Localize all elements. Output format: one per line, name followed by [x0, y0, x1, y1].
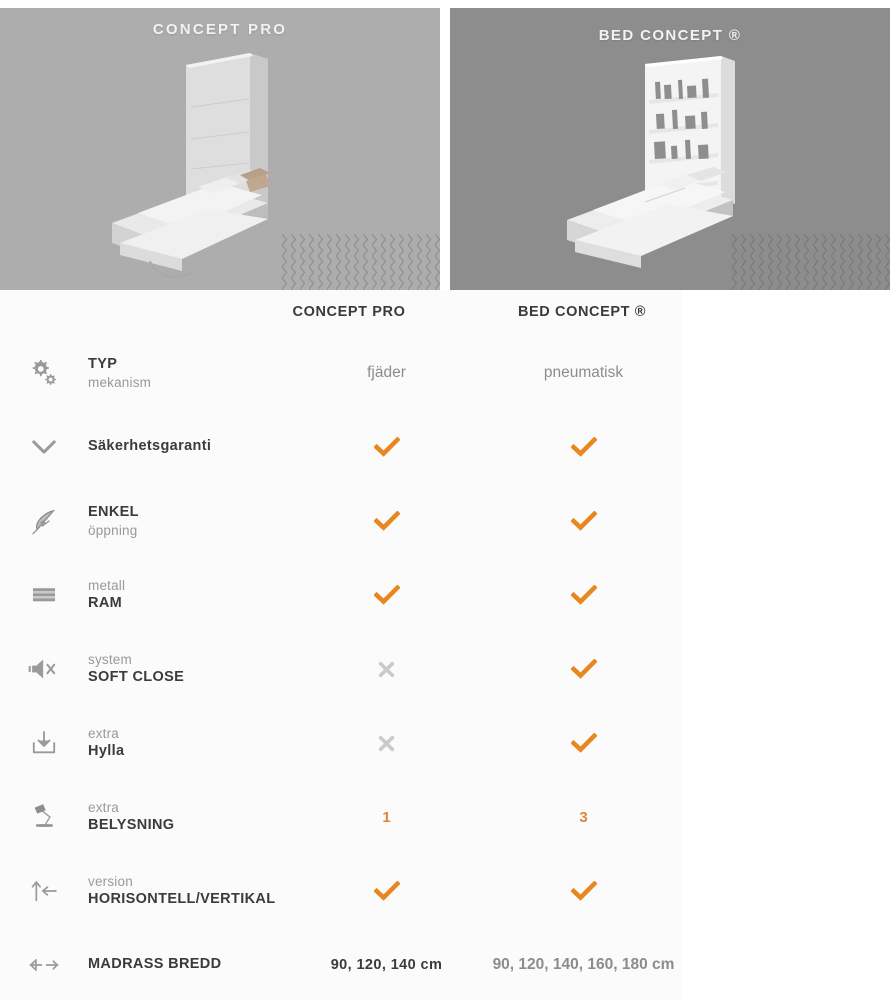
check-icon [374, 437, 400, 458]
hero-banner-row: CONCEPT PRO BED CONCEPT ® [0, 0, 890, 290]
left-right-arrows-icon [0, 948, 88, 982]
feature-label: extra BELYSNING [88, 799, 288, 836]
feature-label-secondary: extra [88, 725, 120, 741]
cell-bed_concept: 90, 120, 140, 160, 180 cm [485, 956, 682, 974]
frame-bars-icon [0, 578, 88, 612]
cell-concept_pro: 1 [288, 809, 485, 826]
feature-label-secondary: metall [88, 577, 126, 593]
check-icon [571, 659, 597, 680]
hero-title-right: BED CONCEPT ® [598, 27, 742, 44]
table-row: version HORISONTELL/VERTIKAL [0, 854, 682, 928]
cell-bed_concept [485, 881, 682, 902]
cell-concept_pro [288, 660, 485, 679]
value-number: 1 [382, 808, 391, 826]
hero-banner-concept-pro[interactable]: CONCEPT PRO [0, 8, 440, 290]
feature-label-primary: ENKEL [88, 503, 139, 520]
bed-illustration-bed-concept [535, 52, 805, 282]
gears-icon [0, 356, 88, 390]
feature-label-secondary: version [88, 873, 133, 889]
feature-label-primary: Hylla [88, 743, 125, 760]
feather-icon [0, 504, 88, 538]
feature-label-secondary: system [88, 651, 132, 667]
chevron-down-icon [0, 430, 88, 464]
table-row: metall RAM [0, 558, 682, 632]
value-text: fjäder [367, 364, 406, 381]
table-row: system SOFT CLOSE [0, 632, 682, 706]
cell-bed_concept: 3 [485, 809, 682, 826]
feature-label-primary: Säkerhetsgaranti [88, 438, 212, 455]
comparison-panel: CONCEPT PRO BED CONCEPT ® TYP mekanism fjä… [0, 290, 682, 1000]
table-row: extra BELYSNING 1 3 [0, 780, 682, 854]
feature-label: ENKEL öppning [88, 503, 288, 540]
table-row: extra Hylla [0, 706, 682, 780]
check-icon [571, 733, 597, 754]
up-left-arrows-icon [0, 874, 88, 908]
cell-bed_concept [485, 733, 682, 754]
cell-concept_pro [288, 585, 485, 606]
comparison-page: CONCEPT PRO BED CONCEPT ® CONCEPT PRO BE… [0, 0, 890, 1000]
table-row: MADRASS BREDD 90, 120, 140 cm 90, 120, 140… [0, 928, 682, 1000]
column-header-concept-pro: CONCEPT PRO [292, 304, 406, 320]
cell-bed_concept [485, 659, 682, 680]
check-icon [571, 511, 597, 532]
cell-concept_pro [288, 511, 485, 532]
check-icon [571, 585, 597, 606]
feature-label: system SOFT CLOSE [88, 651, 288, 688]
check-icon [374, 881, 400, 902]
column-header-row: CONCEPT PRO BED CONCEPT ® [0, 290, 682, 336]
check-icon [374, 585, 400, 606]
value-text: 90, 120, 140 cm [330, 957, 443, 973]
comparison-rows: TYP mekanism fjäder pneumatisk Säkerhetsgara… [0, 336, 682, 1000]
cell-bed_concept [485, 511, 682, 532]
feature-label: extra Hylla [88, 725, 288, 762]
table-row: Säkerhetsgaranti [0, 410, 682, 484]
cell-bed_concept [485, 437, 682, 458]
feature-label: MADRASS BREDD [88, 955, 288, 974]
hero-title-left: CONCEPT PRO [152, 21, 288, 38]
desk-lamp-icon [0, 800, 88, 834]
cell-concept_pro [288, 437, 485, 458]
cell-bed_concept: pneumatisk [485, 364, 682, 382]
feature-label: Säkerhetsgaranti [88, 437, 288, 456]
mute-speaker-icon [0, 652, 88, 686]
column-header-bed-concept: BED CONCEPT ® [517, 304, 647, 320]
feature-label-primary: TYP [88, 355, 118, 372]
cross-icon [377, 734, 396, 753]
table-row: ENKEL öppning [0, 484, 682, 558]
cell-concept_pro: fjäder [288, 364, 485, 382]
feature-label: TYP mekanism [88, 355, 288, 392]
feature-label-secondary: öppning [88, 522, 138, 538]
shelf-download-icon [0, 726, 88, 760]
cross-icon [377, 660, 396, 679]
hero-banner-bed-concept[interactable]: BED CONCEPT ® [450, 8, 890, 290]
value-text: pneumatisk [543, 364, 624, 381]
check-icon [571, 881, 597, 902]
value-number: 3 [579, 808, 588, 826]
feature-label-secondary: mekanism [88, 374, 152, 390]
feature-label-primary: HORISONTELL/VERTIKAL [88, 891, 276, 908]
table-row: TYP mekanism fjäder pneumatisk [0, 336, 682, 410]
feature-label-primary: BELYSNING [88, 817, 175, 834]
feature-label-primary: SOFT CLOSE [88, 669, 185, 686]
feature-label-secondary: extra [88, 799, 120, 815]
bed-illustration-concept-pro [90, 47, 350, 282]
feature-label-primary: RAM [88, 595, 123, 612]
feature-label: metall RAM [88, 577, 288, 614]
cell-concept_pro [288, 734, 485, 753]
cell-bed_concept [485, 585, 682, 606]
cell-concept_pro: 90, 120, 140 cm [288, 957, 485, 973]
cell-concept_pro [288, 881, 485, 902]
feature-label-primary: MADRASS BREDD [88, 956, 222, 973]
feature-label: version HORISONTELL/VERTIKAL [88, 873, 288, 910]
value-text: 90, 120, 140, 160, 180 cm [492, 956, 675, 973]
check-icon [374, 511, 400, 532]
check-icon [571, 437, 597, 458]
